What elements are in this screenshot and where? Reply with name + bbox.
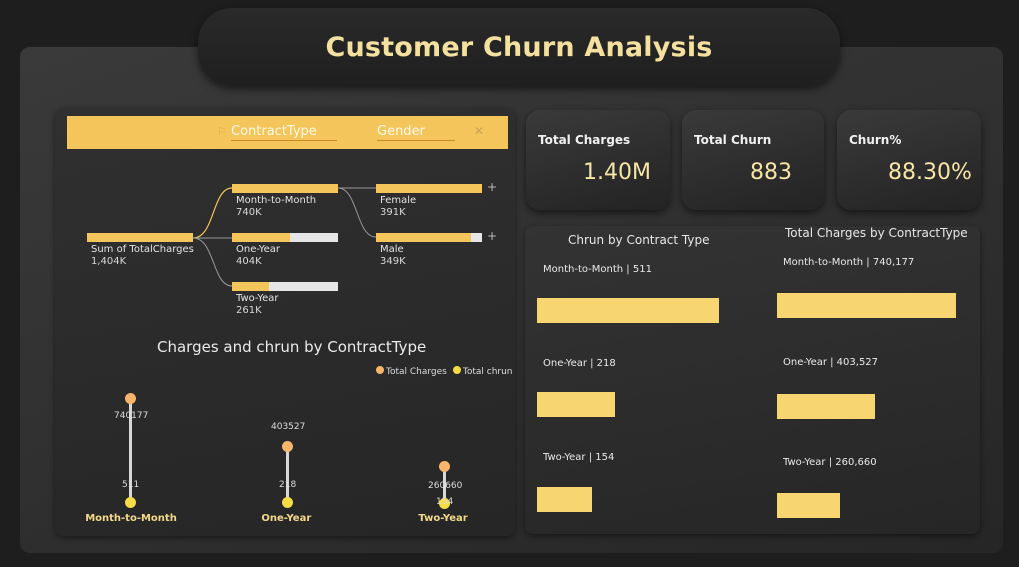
node-value: 740K xyxy=(236,207,262,218)
charges-data-label: 740177 xyxy=(114,411,149,421)
charges-data-label: 403527 xyxy=(271,421,306,432)
node-value: 391K xyxy=(380,207,406,218)
charges-category-label: Two-Year | 260,660 xyxy=(783,457,877,468)
lollipop-title: Charges and chrun by ContractType xyxy=(157,338,427,356)
charges-bar[interactable] xyxy=(777,394,875,419)
node-male[interactable] xyxy=(376,233,482,242)
root-label: Sum of TotalCharges xyxy=(91,244,194,255)
charges-chart-title: Total Charges by ContractType xyxy=(785,226,968,240)
kpi-card-total-churn[interactable]: Total Churn 883 xyxy=(682,110,824,210)
churn-data-label: 511 xyxy=(122,480,140,490)
churn-bar[interactable] xyxy=(537,392,615,417)
kpi-value: 883 xyxy=(750,160,792,185)
node-label: Month-to-Month xyxy=(236,195,317,206)
node-one-year[interactable] xyxy=(232,233,338,242)
legend-item-charges[interactable]: Total Charges xyxy=(376,366,447,377)
churn-data-label: 154 xyxy=(436,497,454,507)
root-bar[interactable] xyxy=(87,233,193,242)
charges-bar[interactable] xyxy=(777,293,956,318)
churn-category-label: Two-Year | 154 xyxy=(543,452,615,463)
churn-category-label: Month-to-Month | 511 xyxy=(543,264,652,275)
kpi-value: 1.40M xyxy=(583,160,651,185)
churn-bar[interactable] xyxy=(537,487,592,512)
charges-bar[interactable] xyxy=(777,493,840,518)
charges-data-label: 260660 xyxy=(428,481,463,491)
root-value: 1,404K xyxy=(91,256,127,267)
legend-dot xyxy=(452,366,461,374)
node-bar-fill xyxy=(232,233,290,242)
node-female[interactable] xyxy=(376,184,482,193)
expand-icon[interactable]: + xyxy=(487,229,497,243)
churn-data-label: 218 xyxy=(279,480,297,490)
node-label: One-Year xyxy=(236,244,280,255)
churn-point[interactable] xyxy=(125,496,136,508)
charges-point[interactable] xyxy=(439,461,450,473)
kpi-card-total-charges[interactable]: Total Charges 1.40M xyxy=(526,110,670,210)
churn-chart-title: Chrun by Contract Type xyxy=(568,233,710,247)
charges-point[interactable] xyxy=(125,393,136,404)
node-bar-fill xyxy=(376,184,482,193)
lollipop-category-label: Two-Year xyxy=(418,513,468,524)
node-bar-fill xyxy=(232,184,338,193)
legend-dot xyxy=(376,366,384,374)
kpi-card-churn-percent[interactable]: Churn% 88.30% xyxy=(837,110,981,210)
churn-category-label: One-Year | 218 xyxy=(543,358,616,369)
legend-label: Total Charges xyxy=(386,367,447,377)
charges-category-label: One-Year | 403,527 xyxy=(783,357,879,368)
legend-item-churn[interactable]: Total chrun xyxy=(452,366,513,377)
expand-icon[interactable]: + xyxy=(487,180,497,194)
lollipop-category-label: One-Year xyxy=(261,513,312,524)
lollipop-category-label: Month-to-Month xyxy=(85,513,177,524)
kpi-value: 88.30% xyxy=(888,160,972,185)
node-value: 349K xyxy=(380,256,406,267)
kpi-title: Churn% xyxy=(849,133,902,147)
node-label: Female xyxy=(380,195,417,206)
churn-bar[interactable] xyxy=(537,298,719,323)
node-label: Two-Year xyxy=(236,293,279,304)
charges-point[interactable] xyxy=(282,440,293,452)
node-bar-fill xyxy=(376,233,471,242)
lollipop-stem xyxy=(286,445,289,503)
kpi-title: Total Churn xyxy=(694,133,772,147)
node-bar-fill xyxy=(232,282,270,291)
node-value: 404K xyxy=(236,256,262,267)
charges-category-label: Month-to-Month | 740,177 xyxy=(783,257,915,268)
root-bar-fill xyxy=(87,233,193,242)
node-month-to-month[interactable] xyxy=(232,184,338,193)
node-two-year[interactable] xyxy=(232,282,338,291)
node-label: Male xyxy=(380,244,404,255)
kpi-title: Total Charges xyxy=(538,133,631,147)
node-value: 261K xyxy=(236,305,262,314)
legend-label: Total chrun xyxy=(462,367,513,377)
lollipop-legend: Total Charges Total chrun xyxy=(376,366,513,377)
